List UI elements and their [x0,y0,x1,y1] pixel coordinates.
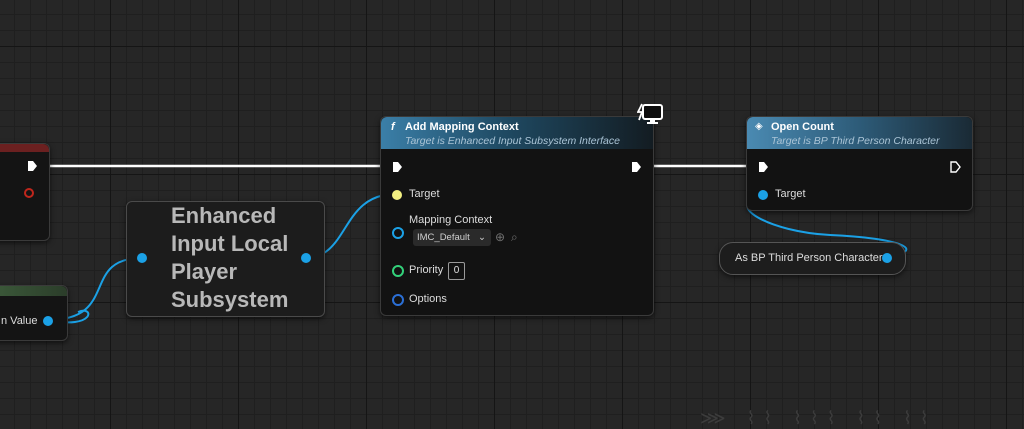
return-value-pin[interactable] [43,316,53,326]
exec-out-pin[interactable] [27,160,38,172]
options-label: Options [409,293,447,305]
priority-input[interactable]: 0 [448,262,465,280]
enhanced-input-subsystem-node[interactable]: Enhanced Input Local Player Subsystem [126,201,325,317]
function-icon: f [391,121,395,133]
faded-comment-glyphs: ⋙ ⌇⌇ ⌇⌇⌇ ⌇⌇ ⌇⌇ [700,408,937,428]
client-only-icon [637,103,663,124]
node-subtitle: Target is Enhanced Input Subsystem Inter… [405,135,620,147]
red-pin-icon[interactable] [24,188,34,198]
subsystem-output-pin[interactable] [301,253,311,263]
target-pin[interactable] [392,190,402,200]
open-count-node[interactable]: ◈ Open Count Target is BP Third Person C… [746,116,973,211]
as-bp-third-person-character-node[interactable]: As BP Third Person Character [719,242,906,275]
subsystem-title: Enhanced Input Local Player Subsystem [171,203,289,312]
exec-out-pin[interactable] [950,161,961,173]
subsystem-input-pin[interactable] [137,253,147,263]
left-exec-node[interactable] [0,143,50,241]
use-selected-asset-icon[interactable]: ⊕ [495,230,505,244]
mapping-context-dropdown[interactable]: IMC_Default ⌄ [413,229,491,246]
cast-output-pin[interactable] [882,253,892,263]
target-pin[interactable] [758,190,768,200]
exec-in-pin[interactable] [758,161,769,173]
options-pin[interactable] [392,294,404,306]
return-value-node[interactable]: n Value [0,285,68,341]
mapping-context-label: Mapping Context [409,214,493,226]
node-title: Open Count [771,121,834,133]
add-mapping-context-node[interactable]: f Add Mapping Context Target is Enhanced… [380,116,654,316]
return-value-label: n Value [1,315,38,327]
event-dispatch-icon: ◈ [755,121,763,132]
priority-pin[interactable] [392,265,404,277]
cast-label: As BP Third Person Character [735,252,883,264]
exec-out-pin[interactable] [631,161,642,173]
target-label: Target [775,188,806,200]
mapping-context-pin[interactable] [392,227,404,239]
exec-in-pin[interactable] [392,161,403,173]
target-label: Target [409,188,440,200]
node-subtitle: Target is BP Third Person Character [771,135,940,147]
chevron-down-icon: ⌄ [478,232,486,243]
browse-asset-icon[interactable]: ⌕ [511,230,518,245]
priority-label: Priority [409,264,444,276]
node-title: Add Mapping Context [405,121,519,133]
